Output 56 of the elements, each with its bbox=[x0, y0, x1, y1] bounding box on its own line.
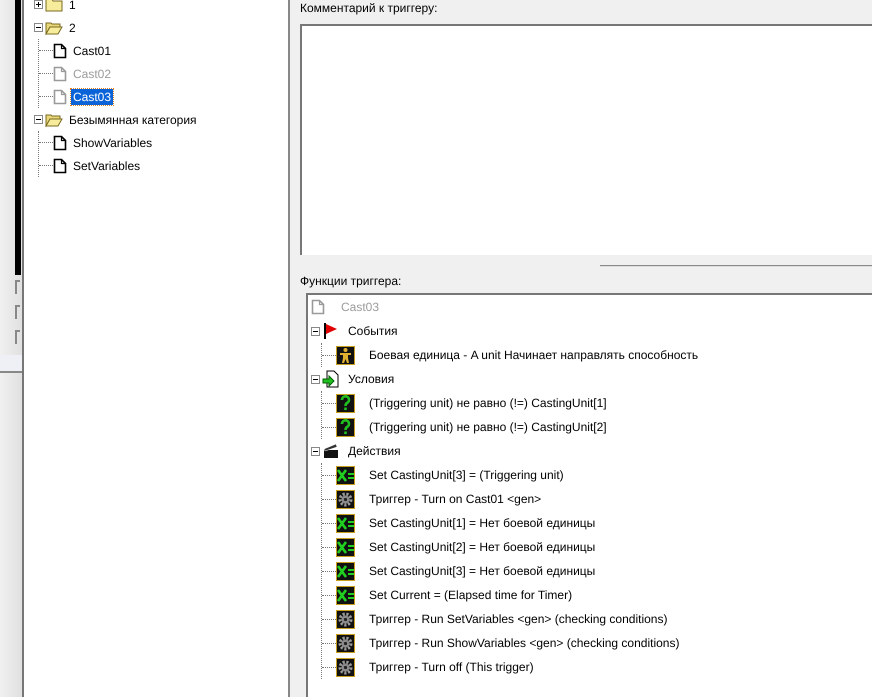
page-icon bbox=[53, 42, 67, 58]
page-icon bbox=[53, 134, 67, 150]
open-folder-icon bbox=[45, 20, 63, 35]
tree-item[interactable]: (Triggering unit) не равно (!=) CastingUnit[1] bbox=[367, 395, 609, 411]
variable-set-icon bbox=[336, 466, 355, 484]
figure-icon bbox=[336, 346, 355, 364]
tree-item[interactable]: Триггер - Run SetVariables <gen> (checking conditions) bbox=[367, 611, 670, 627]
collapse-icon[interactable] bbox=[311, 446, 320, 456]
splitter-mark bbox=[15, 280, 20, 294]
gear-icon bbox=[336, 610, 355, 628]
tree-item[interactable]: Боевая единица - A unit Начинает направлять способность bbox=[367, 347, 700, 363]
clapperboard-icon bbox=[322, 442, 340, 460]
tree-item[interactable]: Триггер - Run ShowVariables <gen> (checking conditions) bbox=[367, 635, 682, 651]
collapse-icon[interactable] bbox=[34, 115, 43, 124]
variable-set-icon bbox=[336, 562, 355, 580]
page-icon bbox=[53, 88, 67, 104]
variable-set-icon bbox=[336, 514, 355, 532]
gear-icon bbox=[336, 634, 355, 652]
question-icon bbox=[336, 394, 355, 412]
tree-item[interactable]: Действия bbox=[346, 443, 403, 459]
question-icon bbox=[336, 418, 355, 436]
tree-item[interactable]: Set CastingUnit[2] = Нет боевой единицы bbox=[367, 539, 598, 555]
collapse-icon[interactable] bbox=[34, 23, 43, 32]
tree-item[interactable]: Set CastingUnit[1] = Нет боевой единицы bbox=[367, 515, 598, 531]
expand-icon[interactable] bbox=[34, 0, 43, 9]
tree-item[interactable]: (Triggering unit) не равно (!=) CastingUnit[2] bbox=[367, 419, 609, 435]
tree-item[interactable]: Set CastingUnit[3] = (Triggering unit) bbox=[367, 467, 566, 483]
tree-item[interactable]: SetVariables bbox=[71, 158, 142, 174]
tree-item[interactable]: Триггер - Turn off (This trigger) bbox=[367, 659, 536, 675]
splitter-mark bbox=[15, 330, 20, 344]
comment-field[interactable] bbox=[300, 24, 872, 255]
variable-set-icon bbox=[336, 586, 355, 604]
tree-item[interactable]: 2 bbox=[67, 20, 78, 36]
splitter-mark bbox=[15, 305, 20, 319]
tree-item[interactable]: 1 bbox=[67, 0, 78, 12]
tree-item[interactable]: События bbox=[346, 323, 400, 339]
variable-set-icon bbox=[336, 538, 355, 556]
tree-item[interactable]: Set Current = (Elapsed time for Timer) bbox=[367, 587, 574, 603]
gear-icon bbox=[336, 658, 355, 676]
page-icon bbox=[53, 66, 67, 82]
tree-item[interactable]: Set CastingUnit[3] = Нет боевой единицы bbox=[367, 563, 598, 579]
folder-icon bbox=[45, 0, 63, 12]
tree-item[interactable]: Безымянная категория bbox=[67, 112, 199, 128]
comment-label: Комментарий к триггеру: bbox=[300, 1, 438, 15]
collapse-icon[interactable] bbox=[311, 374, 320, 384]
open-folder-icon bbox=[45, 112, 63, 127]
tree-item[interactable]: ShowVariables bbox=[71, 134, 154, 150]
functions-label: Функции триггера: bbox=[300, 274, 402, 288]
tree-item[interactable]: Условия bbox=[346, 371, 396, 387]
page-icon bbox=[311, 299, 325, 315]
tree-item[interactable]: Триггер - Turn on Cast01 <gen> bbox=[367, 491, 544, 507]
page-icon bbox=[53, 158, 67, 174]
tree-item[interactable]: Cast01 bbox=[71, 42, 114, 58]
document-arrow-icon bbox=[322, 370, 340, 388]
collapse-icon[interactable] bbox=[311, 326, 320, 336]
gear-icon bbox=[336, 490, 355, 508]
